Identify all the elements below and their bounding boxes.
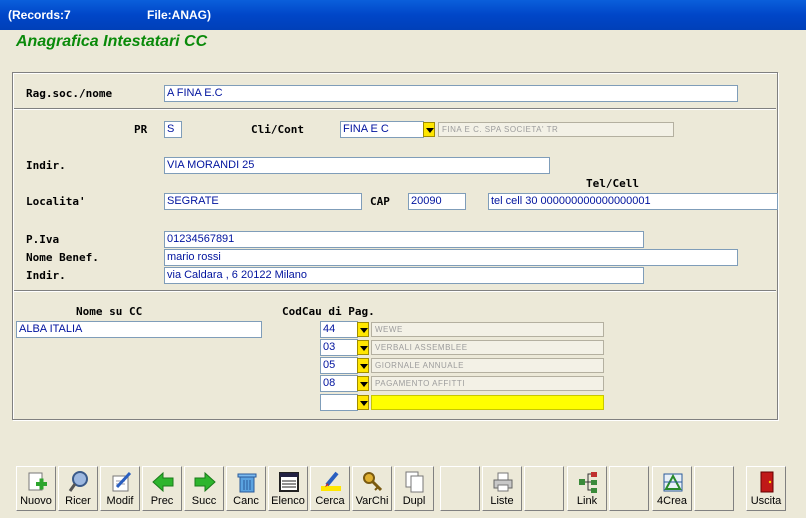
separator xyxy=(14,290,776,292)
localita-label: Localita' xyxy=(26,195,86,208)
succ-label: Succ xyxy=(191,495,217,507)
indir2-field[interactable]: via Caldara , 6 20122 Milano xyxy=(164,267,644,284)
liste-label: Liste xyxy=(490,495,514,507)
varchi-label: VarChi xyxy=(355,495,389,507)
canc-label: Canc xyxy=(233,495,259,507)
prec-label: Prec xyxy=(150,495,174,507)
uscita-button[interactable]: Uscita xyxy=(746,466,786,511)
indir-label: Indir. xyxy=(26,159,66,172)
new-document-icon xyxy=(28,472,47,491)
title-bar: (Records:7 File:ANAG) xyxy=(0,0,806,30)
form-title: Anagrafica Intestatari CC xyxy=(16,33,208,50)
nomebenef-field[interactable]: mario rossi xyxy=(164,249,738,266)
exit-door-icon xyxy=(760,471,774,493)
codcau-description: WEWE xyxy=(371,322,604,337)
telcell-field[interactable]: tel cell 30 000000000000000001 xyxy=(488,193,778,210)
duplicate-icon xyxy=(405,471,424,493)
empty-button[interactable] xyxy=(524,466,564,511)
codcau-dropdown-button[interactable] xyxy=(357,358,369,373)
codcau-code[interactable]: 05 xyxy=(320,357,358,374)
create-tool-icon xyxy=(663,473,683,492)
find-highlight-icon xyxy=(321,471,341,491)
cerca-button[interactable]: Cerca xyxy=(310,466,350,511)
liste-button[interactable]: Liste xyxy=(482,466,522,511)
codcau-code[interactable]: 03 xyxy=(320,339,358,356)
elenco-label: Elenco xyxy=(271,495,305,507)
pr-label: PR xyxy=(134,123,148,136)
codcau-dropdown-button[interactable] xyxy=(357,376,369,391)
indir2-label: Indir. xyxy=(26,269,66,282)
nomebenef-label: Nome Benef. xyxy=(26,251,99,264)
codcau-dropdown-button[interactable] xyxy=(357,340,369,355)
uscita-label: Uscita xyxy=(750,495,782,507)
empty-button[interactable] xyxy=(440,466,480,511)
ricer-button[interactable]: Ricer xyxy=(58,466,98,511)
records-count: (Records:7 xyxy=(8,8,71,22)
hierarchy-icon xyxy=(579,472,597,493)
crea-label: 4Crea xyxy=(657,495,687,507)
ragsoc-field[interactable]: A FINA E.C xyxy=(164,85,738,102)
ricer-label: Ricer xyxy=(65,495,91,507)
nomesucc-field[interactable]: ALBA ITALIA xyxy=(16,321,262,338)
ragsoc-label: Rag.soc./nome xyxy=(26,87,113,100)
key-icon xyxy=(363,472,383,492)
clicont-dropdown-button[interactable] xyxy=(423,122,435,137)
codcau-dropdown-button[interactable] xyxy=(357,395,369,410)
dupl-button[interactable]: Dupl xyxy=(394,466,434,511)
search-icon xyxy=(68,471,88,492)
varchi-button[interactable]: VarChi xyxy=(352,466,392,511)
cap-field[interactable]: 20090 xyxy=(408,193,466,210)
nomesucc-label: Nome su CC xyxy=(76,305,143,318)
printer-icon xyxy=(493,472,513,492)
cerca-label: Cerca xyxy=(315,495,345,507)
clicont-description: FINA E C. SPA SOCIETA' TR xyxy=(438,122,674,137)
cap-label: CAP xyxy=(370,195,390,208)
localita-field[interactable]: SEGRATE xyxy=(164,193,362,210)
codcau-description[interactable] xyxy=(371,395,604,410)
codcau-description: VERBALI ASSEMBLEE xyxy=(371,340,604,355)
list-icon xyxy=(279,472,299,492)
pr-field[interactable]: S xyxy=(164,121,182,138)
dupl-label: Dupl xyxy=(402,495,426,507)
elenco-button[interactable]: Elenco xyxy=(268,466,308,511)
prec-button[interactable]: Prec xyxy=(142,466,182,511)
codcau-code[interactable]: 08 xyxy=(320,375,358,392)
indir-field[interactable]: VIA MORANDI 25 xyxy=(164,157,550,174)
piva-field[interactable]: 01234567891 xyxy=(164,231,644,248)
empty-button[interactable] xyxy=(694,466,734,511)
arrow-left-icon xyxy=(152,471,174,493)
codcau-dropdown-button[interactable] xyxy=(357,322,369,337)
clicont-combo[interactable]: FINA E C xyxy=(340,121,424,138)
nuovo-button[interactable]: Nuovo xyxy=(16,466,56,511)
piva-label: P.Iva xyxy=(26,233,60,246)
link-label: Link xyxy=(576,495,598,507)
canc-button[interactable]: Canc xyxy=(226,466,266,511)
modif-button[interactable]: Modif xyxy=(100,466,140,511)
toolbar: Nuovo Ricer Modif Prec Succ Canc Elenco … xyxy=(12,466,786,512)
separator xyxy=(14,108,776,110)
trash-icon xyxy=(237,473,257,493)
codcau-description: PAGAMENTO AFFITTI xyxy=(371,376,604,391)
empty-button[interactable] xyxy=(609,466,649,511)
succ-button[interactable]: Succ xyxy=(184,466,224,511)
modif-label: Modif xyxy=(106,495,134,507)
edit-document-icon xyxy=(112,471,132,492)
nuovo-label: Nuovo xyxy=(20,495,52,507)
clicont-label: Cli/Cont xyxy=(251,123,304,136)
file-name: File:ANAG) xyxy=(147,8,211,22)
codcau-label: CodCau di Pag. xyxy=(282,305,375,318)
codcau-code[interactable] xyxy=(320,394,358,411)
arrow-right-icon xyxy=(194,471,216,493)
link-button[interactable]: Link xyxy=(567,466,607,511)
telcell-label: Tel/Cell xyxy=(586,177,639,190)
crea-button[interactable]: 4Crea xyxy=(652,466,692,511)
codcau-description: GIORNALE ANNUALE xyxy=(371,358,604,373)
codcau-code[interactable]: 44 xyxy=(320,321,358,338)
